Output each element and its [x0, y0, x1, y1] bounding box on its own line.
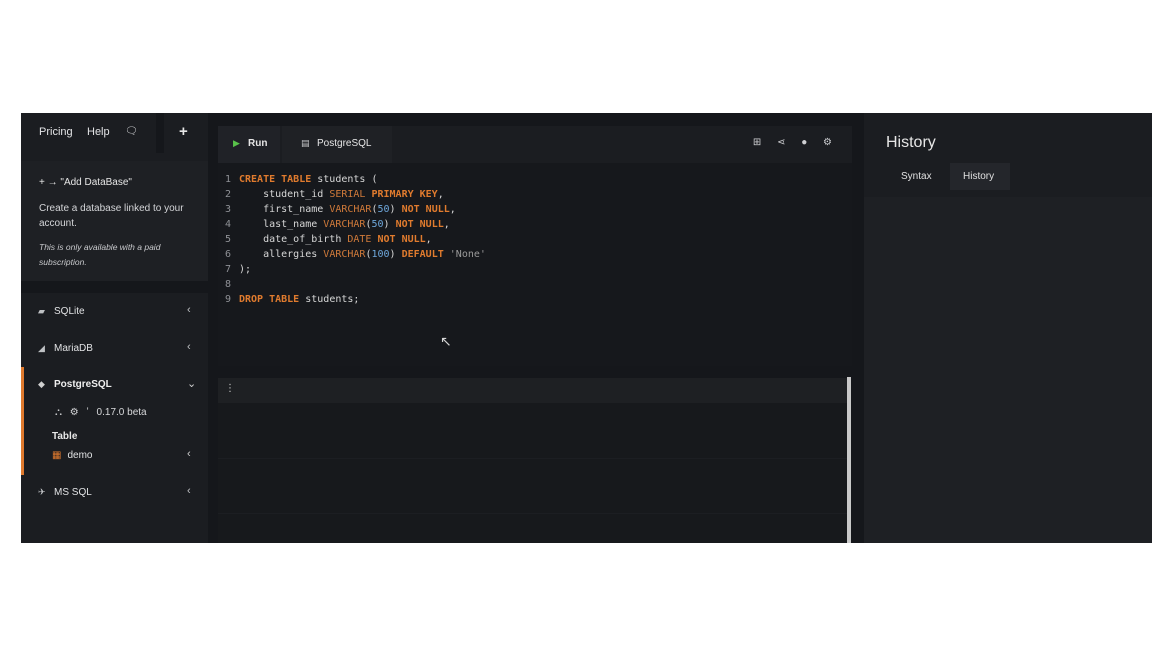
version-flag-icon: ʼ — [86, 407, 89, 418]
chevron-left-icon[interactable]: ‹ — [187, 448, 191, 460]
code-line: 8 — [225, 279, 232, 290]
tab-syntax[interactable]: Syntax — [884, 163, 946, 190]
app-window: Pricing Help 🗨 + + → "Add DataBase" Crea… — [21, 113, 1152, 543]
table-grid-icon: ▦ — [52, 450, 62, 461]
version-label: 0.17.0 beta — [96, 407, 147, 418]
add-tab-icon[interactable]: ⊞ — [753, 137, 761, 148]
results-scrollbar[interactable] — [847, 377, 851, 543]
help-link[interactable]: Help — [87, 126, 110, 138]
code-line: 1 CREATE TABLE students ( — [225, 174, 378, 185]
sidebar-item-mariadb[interactable]: ◢ MariaDB ‹ — [21, 333, 208, 365]
sidebar-item-postgresql[interactable]: ◆ PostgreSQL ⌄ ⛬ ⚙ ʼ 0.17.0 beta Table ▦… — [21, 367, 208, 475]
tab-postgresql[interactable]: ▤ PostgreSQL — [282, 126, 392, 163]
engine-label: PostgreSQL — [317, 138, 372, 149]
sidebar-item-label: SQLite — [54, 306, 85, 317]
results-header: ⋮ — [218, 378, 850, 403]
sidebar-item-sqlite[interactable]: ▰ SQLite ‹ — [21, 296, 208, 328]
code-line: 9 DROP TABLE students; — [225, 294, 360, 305]
results-divider — [218, 458, 847, 459]
history-title: History — [886, 134, 936, 151]
mssql-icon: ✈ — [38, 487, 46, 497]
postgresql-icon: ◆ — [38, 379, 45, 389]
more-vertical-icon[interactable]: ⋮ — [225, 383, 235, 394]
subscription-note: This is only available with a paid subsc… — [39, 242, 161, 267]
play-icon: ▶ — [233, 138, 240, 148]
sidebar-item-label: PostgreSQL — [54, 379, 112, 390]
chevron-left-icon[interactable]: ‹ — [187, 341, 191, 353]
editor-toolbar: ▶ Run ▤ PostgreSQL ⊞ ⋖ ● ⚙ — [218, 126, 852, 163]
table-item-demo[interactable]: ▦ demo ‹ — [52, 448, 202, 461]
share-icon[interactable]: ⋖ — [777, 137, 785, 148]
database-table-icon: ▤ — [301, 138, 310, 148]
pricing-link[interactable]: Pricing — [39, 126, 73, 138]
tab-history[interactable]: History — [950, 163, 1010, 190]
chat-icon[interactable]: 🗨 — [125, 126, 138, 137]
sidebar-item-label: MariaDB — [54, 343, 93, 354]
code-line: 2 student_id SERIAL PRIMARY KEY, — [225, 189, 444, 200]
run-label: Run — [248, 138, 268, 149]
mariadb-icon: ◢ — [38, 343, 45, 353]
settings-icon[interactable]: ⚙ — [823, 137, 832, 148]
settings-gear-icon[interactable]: ⚙ — [70, 407, 79, 418]
user-icon[interactable]: ● — [801, 137, 807, 148]
topbar-separator — [156, 113, 164, 153]
plus-icon[interactable]: + — [179, 123, 188, 140]
code-editor[interactable]: 1 CREATE TABLE students ( 2 student_id SE… — [225, 172, 845, 307]
schema-icon[interactable]: ⛬ — [55, 407, 62, 418]
tab-label: History — [963, 171, 995, 182]
sidebar-topbar: Pricing Help 🗨 + — [21, 113, 208, 153]
history-panel: History Syntax History — [864, 113, 1152, 543]
run-button[interactable]: ▶ Run — [218, 126, 280, 163]
table-item-label: demo — [67, 450, 93, 461]
editor-panel: ▶ Run ▤ PostgreSQL ⊞ ⋖ ● ⚙ 1 CREATE TABLE… — [218, 126, 852, 366]
results-divider — [218, 513, 847, 514]
add-database-description: Create a database linked to your account… — [39, 203, 184, 229]
code-line: 4 last_name VARCHAR(50) NOT NULL, — [225, 219, 450, 230]
chevron-left-icon[interactable]: ‹ — [187, 485, 191, 497]
code-line: 7); — [225, 264, 252, 275]
table-header: Table — [52, 431, 78, 442]
sidebar-item-label: MS SQL — [54, 487, 92, 498]
sidebar: Pricing Help 🗨 + + → "Add DataBase" Crea… — [21, 113, 208, 543]
chevron-down-icon[interactable]: ⌄ — [187, 377, 196, 390]
code-line: 6 allergies VARCHAR(100) DEFAULT 'None' — [225, 249, 486, 260]
tab-label: Syntax — [901, 171, 932, 182]
mouse-cursor-icon: ↖ — [440, 333, 452, 349]
postgres-tools: ⛬ ⚙ ʼ 0.17.0 beta — [55, 407, 152, 418]
add-database-card: + → "Add DataBase" Create a database lin… — [21, 161, 208, 281]
results-panel: ⋮ — [218, 378, 850, 543]
sqlite-icon: ▰ — [38, 306, 45, 316]
history-content — [864, 197, 1152, 543]
sidebar-item-mssql[interactable]: ✈ MS SQL ‹ — [21, 477, 208, 509]
add-database-title[interactable]: + → "Add DataBase" — [39, 177, 132, 188]
sidebar-gap — [21, 281, 208, 293]
toolbar-icons: ⊞ ⋖ ● ⚙ — [740, 137, 832, 148]
code-line: 5 date_of_birth DATE NOT NULL, — [225, 234, 432, 245]
code-line: 3 first_name VARCHAR(50) NOT NULL, — [225, 204, 456, 215]
chevron-left-icon[interactable]: ‹ — [187, 304, 191, 316]
